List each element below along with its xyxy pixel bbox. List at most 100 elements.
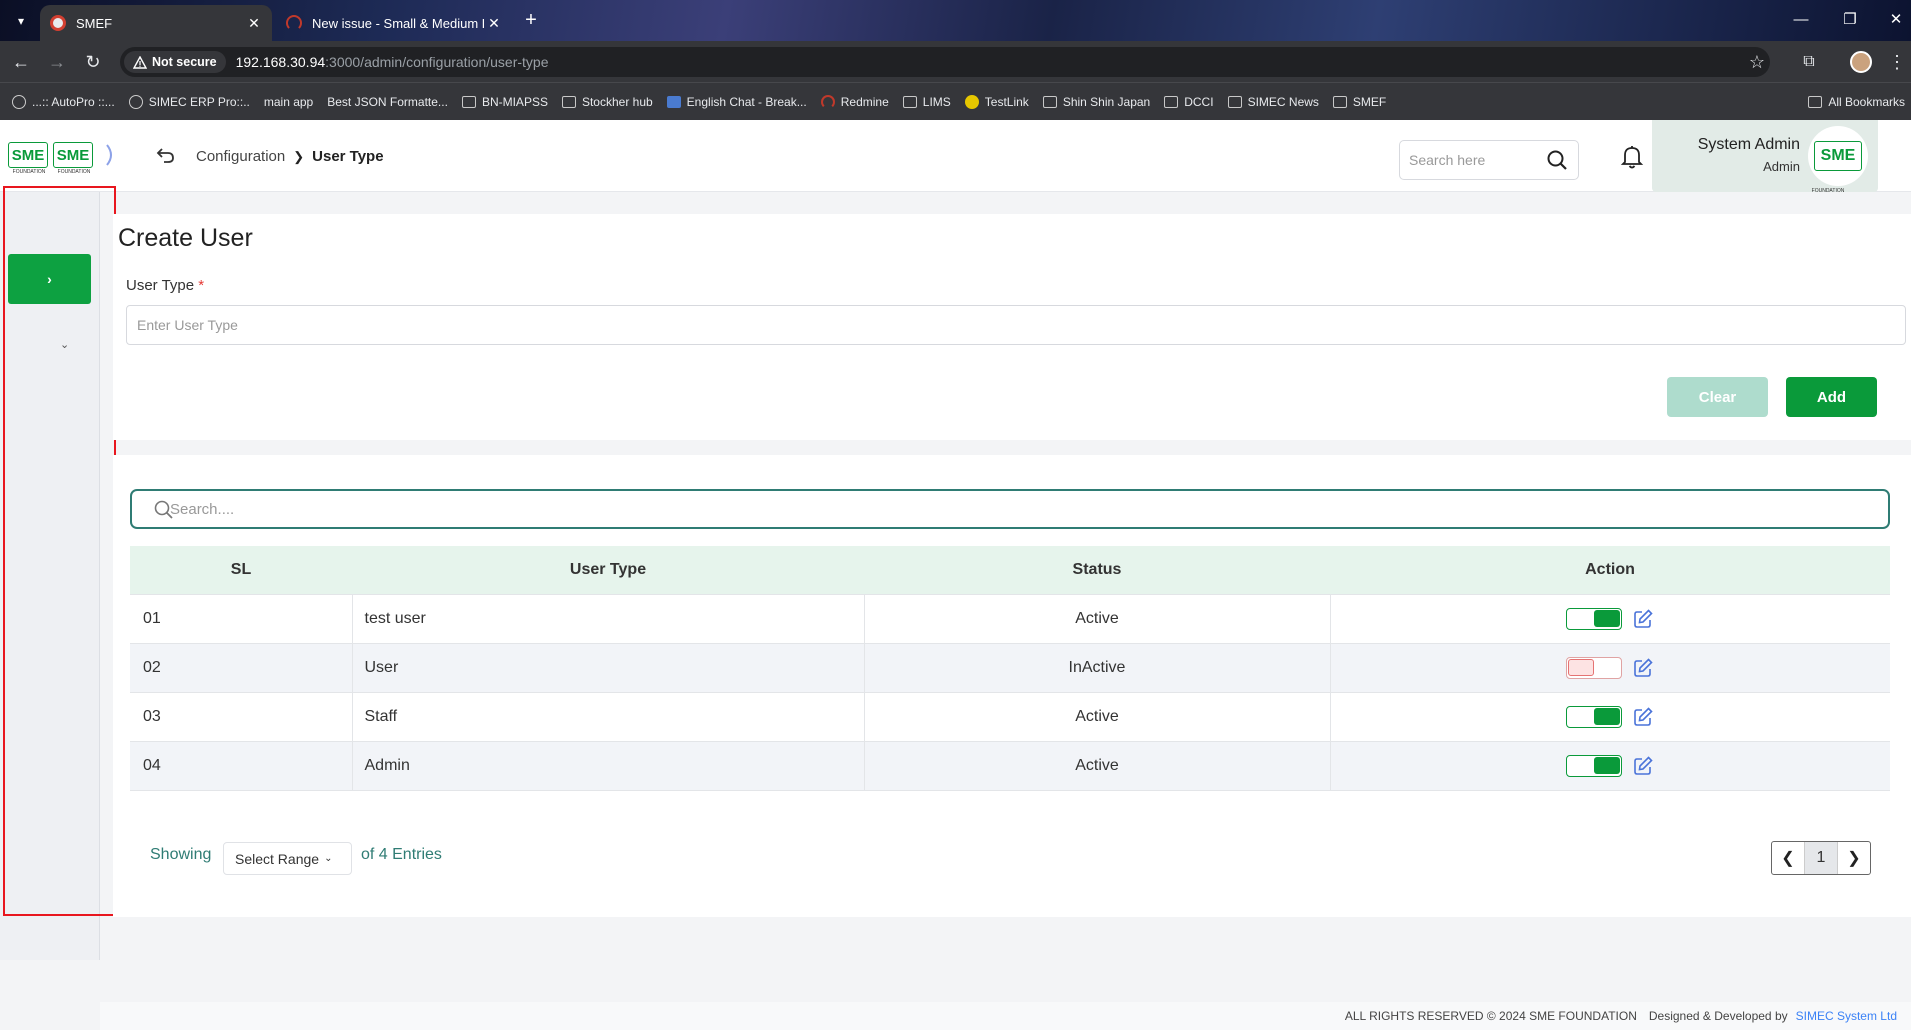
bookmark-item[interactable]: ...:: AutoPro ::... <box>12 94 115 109</box>
not-secure-label: Not secure <box>152 55 217 69</box>
undo-back-icon[interactable] <box>155 144 177 166</box>
browser-tab-smef[interactable]: SMEF ✕ <box>40 5 272 41</box>
logo-caption: FOUNDATION <box>1811 188 1845 194</box>
clear-button[interactable]: Clear <box>1667 377 1768 417</box>
tab-list-icon[interactable]: ▾ <box>10 10 32 32</box>
bookmark-item[interactable]: SIMEC ERP Pro::.. <box>128 94 250 109</box>
table-row: 04 Admin Active <box>130 740 1891 791</box>
cell-sl: 04 <box>130 740 352 791</box>
status-toggle[interactable] <box>1566 705 1623 728</box>
bookmark-item[interactable]: Redmine <box>820 94 889 109</box>
breadcrumb: Configuration ❯ User Type <box>196 148 384 165</box>
redmine-icon <box>820 94 835 109</box>
search-placeholder: Search here <box>1409 152 1486 168</box>
sidebar-chevron-down-icon[interactable]: ⌄ <box>60 338 69 351</box>
bookmark-label: LIMS <box>922 94 951 109</box>
profile-role: Admin <box>1763 159 1800 174</box>
chevron-down-icon: ⌄ <box>324 853 333 864</box>
range-select-label: Select Range <box>235 850 320 867</box>
address-bar[interactable]: Not secure 192.168.30.94:3000/admin/conf… <box>120 47 1770 77</box>
tab-title: SMEF <box>76 15 113 31</box>
user-type-table-card: Search.... SL User Type Status Action 01… <box>113 455 1911 917</box>
cell-user-type: Staff <box>351 691 864 741</box>
previous-page-chevron-icon[interactable]: ❮ <box>1772 842 1805 874</box>
logo-caption: FOUNDATION <box>57 169 91 175</box>
not-secure-badge[interactable]: Not secure <box>124 51 226 73</box>
bookmark-label: Shin Shin Japan <box>1062 94 1151 109</box>
footer-rights: ALL RIGHTS RESERVED © 2024 SME FOUNDATIO… <box>1344 1009 1637 1023</box>
entries-count: of 4 Entries <box>361 846 442 863</box>
cell-action <box>1329 593 1891 643</box>
page-title: Create User <box>118 224 253 252</box>
bookmark-star-icon[interactable]: ☆ <box>1744 49 1770 75</box>
close-window-icon[interactable]: ✕ <box>1883 8 1909 32</box>
bookmark-label: Stockher hub <box>581 94 653 109</box>
edit-icon[interactable] <box>1632 657 1654 679</box>
bookmark-item[interactable]: SIMEC News <box>1227 95 1319 109</box>
breadcrumb-configuration[interactable]: Configuration <box>196 148 285 165</box>
bookmark-item[interactable]: LIMS <box>902 94 951 109</box>
bookmark-item[interactable]: SMEF <box>1332 95 1386 109</box>
cell-user-type: test user <box>351 593 864 643</box>
current-page[interactable]: 1 <box>1805 842 1837 874</box>
menu-toggle-chevron-icon[interactable] <box>104 142 120 170</box>
next-page-chevron-icon[interactable]: ❯ <box>1837 842 1870 874</box>
cell-action <box>1329 691 1890 741</box>
folder-icon <box>1042 95 1057 108</box>
bookmark-item[interactable]: BN-MIAPSS <box>461 95 548 109</box>
cell-action <box>1329 642 1890 692</box>
extensions-icon[interactable]: ⧉ <box>1796 49 1822 75</box>
bookmark-item[interactable]: Best JSON Formatte... <box>327 95 448 109</box>
bookmark-item[interactable]: main app <box>264 95 313 109</box>
bookmark-label: SIMEC ERP Pro::.. <box>148 94 250 109</box>
cell-sl: 03 <box>130 691 352 741</box>
restore-icon[interactable]: ❐ <box>1837 8 1863 32</box>
new-tab-icon[interactable]: + <box>520 10 542 32</box>
footer-designed: Designed & Developed by <box>1648 1009 1788 1023</box>
bell-icon[interactable] <box>1620 144 1644 170</box>
bookmark-item[interactable]: Stockher hub <box>561 94 653 109</box>
avatar[interactable]: SME FOUNDATION <box>1808 126 1868 194</box>
close-tab-icon[interactable]: ✕ <box>244 15 264 32</box>
close-tab-icon[interactable]: ✕ <box>484 15 504 32</box>
edit-icon[interactable] <box>1632 706 1654 728</box>
globe-icon <box>12 94 26 109</box>
toggle-knob <box>1594 609 1621 627</box>
action-group <box>1331 607 1891 630</box>
all-bookmarks[interactable]: All Bookmarks <box>1808 95 1905 109</box>
bookmark-item[interactable]: English Chat - Break... <box>666 95 807 109</box>
table-search-input[interactable]: Search.... <box>130 489 1890 529</box>
browser-tab-new-issue[interactable]: New issue - Small & Medium E ✕ <box>276 5 512 41</box>
search-icon[interactable] <box>1546 149 1568 171</box>
forward-arrow-icon[interactable]: → <box>44 49 70 75</box>
minimize-icon[interactable]: — <box>1788 8 1814 32</box>
bookmark-label: ...:: AutoPro ::... <box>32 94 115 109</box>
toggle-knob <box>1594 756 1621 774</box>
status-toggle[interactable] <box>1566 656 1623 679</box>
footer-company-link[interactable]: SIMEC System Ltd <box>1796 1009 1897 1023</box>
bookmark-item[interactable]: TestLink <box>964 94 1029 109</box>
reload-icon[interactable]: ↻ <box>80 49 106 75</box>
bookmark-item[interactable]: DCCI <box>1164 95 1214 109</box>
sidebar-expand-chevron-icon[interactable]: › <box>8 254 91 304</box>
back-arrow-icon[interactable]: ← <box>8 49 34 75</box>
folder-icon <box>1164 95 1179 108</box>
profile-avatar-icon[interactable] <box>1848 49 1874 75</box>
sme-logo[interactable]: SME FOUNDATION <box>8 142 48 175</box>
action-group <box>1331 754 1891 777</box>
profile-name: System Admin <box>1697 136 1800 153</box>
edit-icon[interactable] <box>1632 755 1654 777</box>
cell-user-type: User <box>351 642 864 692</box>
sme-logo[interactable]: SME FOUNDATION <box>53 142 93 175</box>
browser-menu-icon[interactable]: ⋮ <box>1884 49 1910 75</box>
range-select[interactable]: Select Range ⌄ <box>223 842 352 875</box>
bookmark-item[interactable]: Shin Shin Japan <box>1042 94 1151 109</box>
table-row: 01 test user Active <box>130 593 1891 643</box>
user-type-input[interactable] <box>126 305 1906 345</box>
add-button[interactable]: Add <box>1786 377 1877 417</box>
edit-icon[interactable] <box>1632 608 1654 630</box>
user-profile[interactable]: System Admin Admin SME FOUNDATION <box>1652 120 1878 194</box>
status-toggle[interactable] <box>1566 754 1623 777</box>
status-toggle[interactable] <box>1566 607 1623 630</box>
global-search-input[interactable]: Search here <box>1399 140 1579 180</box>
